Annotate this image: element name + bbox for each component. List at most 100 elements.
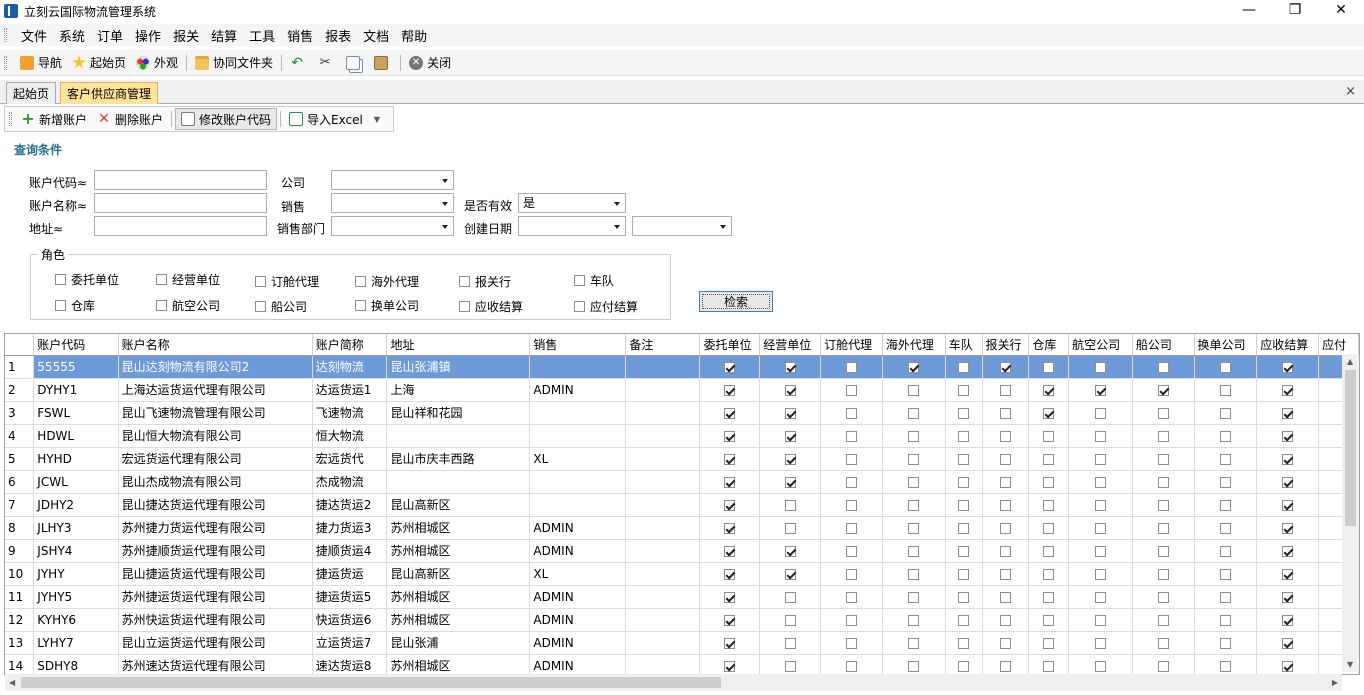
unchecked-checkbox[interactable]: [958, 407, 970, 419]
unchecked-checkbox[interactable]: [1095, 522, 1107, 534]
checked-checkbox[interactable]: [1043, 384, 1055, 396]
unchecked-checkbox[interactable]: [846, 568, 858, 580]
unchecked-checkbox[interactable]: [958, 453, 970, 465]
cell-sales[interactable]: [529, 424, 627, 448]
unchecked-checkbox[interactable]: [908, 614, 920, 626]
checked-checkbox[interactable]: [1282, 545, 1294, 557]
cell-short[interactable]: 飞速物流: [312, 401, 388, 425]
unchecked-checkbox[interactable]: [1219, 407, 1231, 419]
home-button[interactable]: 起始页: [67, 52, 131, 74]
checked-checkbox[interactable]: [1282, 361, 1294, 373]
unchecked-checkbox[interactable]: [908, 430, 920, 442]
unchecked-checkbox[interactable]: [999, 545, 1011, 557]
unchecked-checkbox[interactable]: [999, 637, 1011, 649]
cell-note[interactable]: [625, 516, 701, 540]
table-row[interactable]: 8 JLHY3 苏州捷力货运代理有限公司 捷力货运3 苏州相城区 ADMIN: [5, 516, 1359, 540]
copy-button[interactable]: [341, 52, 369, 74]
menu-help[interactable]: 帮助: [395, 26, 433, 45]
cell-addr[interactable]: 苏州相城区: [386, 654, 531, 674]
cell-addr[interactable]: 昆山市庆丰西路: [386, 447, 531, 471]
unchecked-checkbox[interactable]: [1219, 384, 1231, 396]
unchecked-checkbox[interactable]: [1095, 453, 1107, 465]
cell-code[interactable]: JSHY4: [33, 539, 119, 563]
checked-checkbox[interactable]: [908, 361, 920, 373]
checked-checkbox[interactable]: [1043, 407, 1055, 419]
unchecked-checkbox[interactable]: [784, 614, 796, 626]
menu-system[interactable]: 系统: [53, 26, 91, 45]
table-row[interactable]: 11 JYHY5 苏州捷运货运代理有限公司 捷运货运5 苏州相城区 ADMIN: [5, 585, 1359, 609]
cell-addr[interactable]: 苏州相城区: [386, 539, 531, 563]
unchecked-checkbox[interactable]: [1043, 591, 1055, 603]
unchecked-checkbox[interactable]: [908, 660, 920, 672]
cell-short[interactable]: 捷运货运5: [312, 585, 388, 609]
unchecked-checkbox[interactable]: [908, 476, 920, 488]
checked-checkbox[interactable]: [1282, 499, 1294, 511]
checked-checkbox[interactable]: [1282, 522, 1294, 534]
checked-checkbox[interactable]: [1282, 384, 1294, 396]
cell-sales[interactable]: [529, 470, 627, 494]
checked-checkbox[interactable]: [784, 361, 796, 373]
role-checkbox-overseas-agent[interactable]: 海外代理: [355, 273, 419, 290]
unchecked-checkbox[interactable]: [908, 522, 920, 534]
checked-checkbox[interactable]: [1095, 384, 1107, 396]
checked-checkbox[interactable]: [1282, 660, 1294, 672]
unchecked-checkbox[interactable]: [1095, 499, 1107, 511]
unchecked-checkbox[interactable]: [999, 476, 1011, 488]
unchecked-checkbox[interactable]: [908, 384, 920, 396]
cell-code[interactable]: JYHY: [33, 562, 119, 586]
table-row[interactable]: 7 JDHY2 昆山捷达货运代理有限公司 捷达货运2 昆山高新区: [5, 493, 1359, 517]
cell-sales[interactable]: ADMIN: [529, 654, 627, 674]
checked-checkbox[interactable]: [724, 476, 736, 488]
unchecked-checkbox[interactable]: [1043, 614, 1055, 626]
search-button[interactable]: 检索: [699, 291, 773, 312]
checked-checkbox[interactable]: [724, 637, 736, 649]
minimize-button[interactable]: —: [1226, 0, 1272, 20]
vertical-scrollbar[interactable]: ▲ ▼: [1342, 354, 1359, 672]
cell-note[interactable]: [625, 470, 701, 494]
unchecked-checkbox[interactable]: [1157, 522, 1169, 534]
shared-folder-button[interactable]: 协同文件夹: [190, 52, 278, 74]
checked-checkbox[interactable]: [784, 545, 796, 557]
column-header[interactable]: 报关行: [982, 334, 1030, 356]
unchecked-checkbox[interactable]: [1219, 591, 1231, 603]
unchecked-checkbox[interactable]: [958, 545, 970, 557]
role-checkbox-payable[interactable]: 应付结算: [574, 298, 638, 315]
checked-checkbox[interactable]: [1282, 568, 1294, 580]
table-row[interactable]: 10 JYHY 昆山捷运货运代理有限公司 捷运货运 昆山高新区 XL: [5, 562, 1359, 586]
cell-code[interactable]: JDHY2: [33, 493, 119, 517]
unchecked-checkbox[interactable]: [999, 660, 1011, 672]
unchecked-checkbox[interactable]: [999, 430, 1011, 442]
cell-note[interactable]: [625, 447, 701, 471]
cell-name[interactable]: 昆山立运货运代理有限公司: [118, 631, 313, 655]
unchecked-checkbox[interactable]: [908, 499, 920, 511]
unchecked-checkbox[interactable]: [1219, 545, 1231, 557]
scroll-up-icon[interactable]: ▲: [1347, 357, 1353, 366]
cell-note[interactable]: [625, 654, 701, 674]
unchecked-checkbox[interactable]: [1043, 430, 1055, 442]
horizontal-scroll-thumb[interactable]: [21, 677, 721, 688]
cell-name[interactable]: 昆山捷运货运代理有限公司: [118, 562, 313, 586]
unchecked-checkbox[interactable]: [846, 660, 858, 672]
unchecked-checkbox[interactable]: [846, 476, 858, 488]
checked-checkbox[interactable]: [1282, 407, 1294, 419]
unchecked-checkbox[interactable]: [908, 453, 920, 465]
unchecked-checkbox[interactable]: [846, 407, 858, 419]
cell-short[interactable]: 达刻物流: [312, 355, 388, 379]
cell-name[interactable]: 昆山杰成物流有限公司: [118, 470, 313, 494]
unchecked-checkbox[interactable]: [1095, 476, 1107, 488]
cell-note[interactable]: [625, 562, 701, 586]
checked-checkbox[interactable]: [724, 430, 736, 442]
cell-code[interactable]: JCWL: [33, 470, 119, 494]
unchecked-checkbox[interactable]: [1043, 476, 1055, 488]
table-row[interactable]: 1 55555 昆山达刻物流有限公司2 达刻物流 昆山张浦镇: [5, 355, 1359, 379]
cell-addr[interactable]: 苏州相城区: [386, 516, 531, 540]
unchecked-checkbox[interactable]: [1157, 545, 1169, 557]
role-checkbox-operator[interactable]: 经营单位: [156, 271, 220, 288]
unchecked-checkbox[interactable]: [1095, 614, 1107, 626]
menu-sales[interactable]: 销售: [281, 26, 319, 45]
account-name-input[interactable]: [94, 193, 267, 213]
close-tab-icon[interactable]: ×: [1345, 84, 1356, 99]
column-header[interactable]: 车队: [945, 334, 983, 356]
unchecked-checkbox[interactable]: [1095, 591, 1107, 603]
column-header[interactable]: 订舱代理: [820, 334, 883, 356]
